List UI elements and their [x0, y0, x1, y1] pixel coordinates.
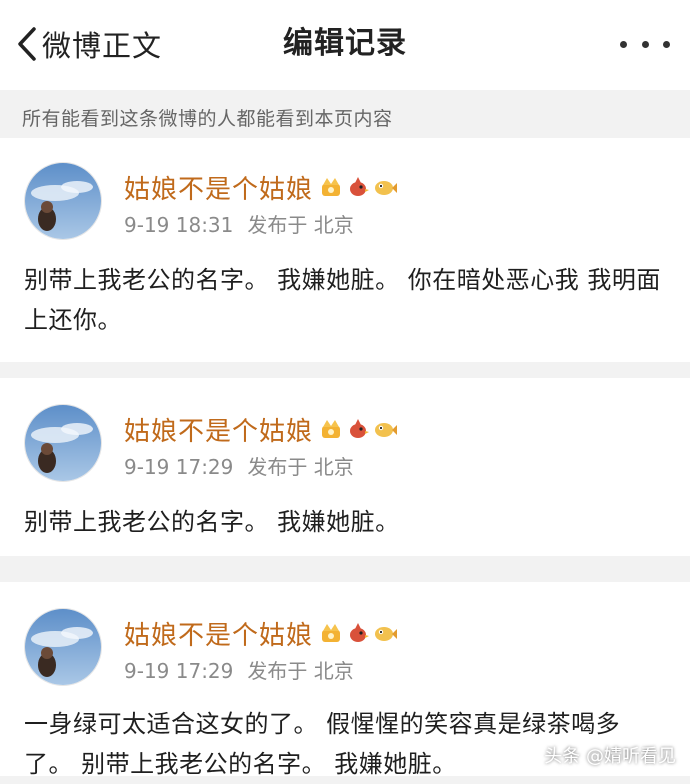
post-meta: 9-19 17:29 发布于 北京: [124, 454, 354, 480]
crown-badge-icon: [322, 420, 341, 438]
red-bird-badge-icon: [350, 177, 370, 196]
post-location: 发布于 北京: [247, 455, 354, 479]
notice-text: 所有能看到这条微博的人都能看到本页内容: [22, 108, 393, 130]
user-row: 姑娘不是个姑娘: [124, 615, 400, 652]
post-location: 发布于 北京: [247, 213, 354, 237]
post-time: 9-19 17:29: [124, 455, 234, 479]
source-watermark: 头条 @婧听看见: [544, 746, 676, 767]
more-dot-icon: [641, 40, 649, 48]
user-row: 姑娘不是个姑娘: [124, 169, 400, 206]
yellow-fish-badge-icon: [375, 181, 398, 195]
badges: [319, 621, 400, 645]
user-row: 姑娘不是个姑娘: [124, 411, 400, 448]
post-location: 发布于 北京: [247, 659, 354, 683]
post-time: 9-19 17:29: [124, 659, 234, 683]
badges: [319, 417, 400, 441]
page-title: 编辑记录: [283, 26, 407, 61]
crown-badge-icon: [322, 178, 341, 196]
post-meta: 9-19 17:29 发布于 北京: [124, 658, 354, 684]
username[interactable]: 姑娘不是个姑娘: [124, 169, 313, 206]
visibility-notice: 所有能看到这条微博的人都能看到本页内容: [0, 90, 690, 138]
badges: [319, 175, 400, 199]
post-content: 别带上我老公的名字。 我嫌她脏。 你在暗处恶心我 我明面上还你。: [24, 266, 661, 334]
yellow-fish-badge-icon: [375, 627, 398, 641]
red-bird-badge-icon: [350, 623, 370, 642]
avatar[interactable]: [24, 404, 102, 482]
more-options-button[interactable]: [620, 28, 670, 60]
username[interactable]: 姑娘不是个姑娘: [124, 615, 313, 652]
more-dot-icon: [663, 40, 670, 48]
post-time: 9-19 18:31: [124, 213, 234, 237]
edit-record-card: 姑娘不是个姑娘 9-19 18:31 发布于 北京 别带上我老公的名字。 我嫌她脏…: [0, 138, 690, 362]
more-dot-icon: [620, 40, 627, 48]
post-meta: 9-19 18:31 发布于 北京: [124, 212, 354, 238]
edit-record-card: 姑娘不是个姑娘 9-19 17:29 发布于 北京 别带上我老公的名字。 我嫌她脏…: [0, 378, 690, 556]
yellow-fish-badge-icon: [375, 423, 398, 437]
top-bar: 微博正文 编辑记录: [0, 0, 690, 90]
avatar[interactable]: [24, 162, 102, 240]
post-content: 别带上我老公的名字。 我嫌她脏。: [24, 508, 400, 536]
username[interactable]: 姑娘不是个姑娘: [124, 411, 313, 448]
avatar[interactable]: [24, 608, 102, 686]
crown-badge-icon: [322, 624, 341, 642]
red-bird-badge-icon: [350, 419, 370, 438]
